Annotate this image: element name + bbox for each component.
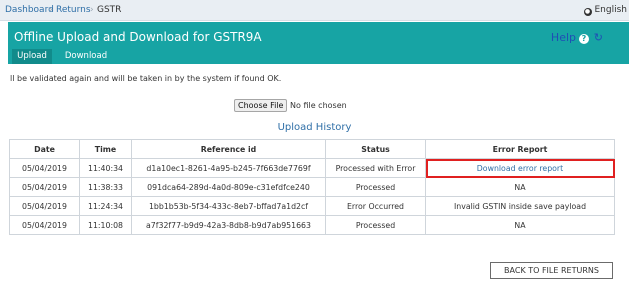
language-selector[interactable]: ● English xyxy=(583,5,628,16)
cell-reference-id: d1a10ec1-8261-4a95-b245-7f663de7769f xyxy=(131,158,326,178)
cell-reference-id: a7f32f77-b9d9-42a3-8db8-b9d7ab951663 xyxy=(131,215,326,235)
column-header-status: Status xyxy=(325,139,426,159)
cell-error-report: NA xyxy=(425,177,615,197)
refresh-icon[interactable]: ↻ xyxy=(594,31,603,44)
cell-status: Error Occurred xyxy=(325,196,426,216)
cell-reference-id: 1bb1b53b-5f34-433c-8eb7-bffad7a1d2cf xyxy=(131,196,326,216)
globe-icon: ● xyxy=(583,8,592,16)
cell-date: 05/04/2019 xyxy=(9,215,80,235)
help-label: Help xyxy=(550,31,576,44)
cell-status: Processed xyxy=(325,215,426,235)
table-row: 05/04/2019 11:10:08 a7f32f77-b9d9-42a3-8… xyxy=(9,215,615,235)
column-header-error-report: Error Report xyxy=(425,139,615,159)
breadcrumb-separator: › xyxy=(90,5,94,15)
breadcrumb-separator: › xyxy=(49,5,53,15)
help-link[interactable]: Help? xyxy=(551,31,589,44)
info-text: ll be validated again and will be taken … xyxy=(10,74,282,83)
breadcrumb-dashboard[interactable]: Dashboard xyxy=(5,5,54,15)
cell-error-report: Invalid GSTIN inside save payload xyxy=(425,196,615,216)
question-icon: ? xyxy=(579,34,589,44)
cell-date: 05/04/2019 xyxy=(9,177,80,197)
cell-date: 05/04/2019 xyxy=(9,158,80,178)
back-to-file-returns-button[interactable]: BACK TO FILE RETURNS xyxy=(490,262,613,279)
language-label: English xyxy=(594,5,628,15)
column-header-time: Time xyxy=(79,139,132,159)
file-status: No file chosen xyxy=(290,101,347,110)
table-row: 05/04/2019 11:24:34 1bb1b53b-5f34-433c-8… xyxy=(9,196,615,216)
choose-file-button[interactable]: Choose File xyxy=(234,99,288,112)
page-title: Offline Upload and Download for GSTR9A xyxy=(14,30,262,44)
cell-status: Processed with Error xyxy=(325,158,426,178)
tab-upload[interactable]: Upload xyxy=(12,49,52,64)
cell-status: Processed xyxy=(325,177,426,197)
download-error-report-link[interactable]: Download error report xyxy=(477,164,563,173)
cell-reference-id: 091dca64-289d-4a0d-809e-c31efdfce240 xyxy=(131,177,326,197)
upload-history-table: Date Time Reference id Status Error Repo… xyxy=(9,139,615,235)
column-header-reference-id: Reference id xyxy=(131,139,326,159)
table-row: 05/04/2019 11:40:34 d1a10ec1-8261-4a95-b… xyxy=(9,158,615,178)
file-chooser: Choose File No file chosen xyxy=(234,99,347,112)
table-row: 05/04/2019 11:38:33 091dca64-289d-4a0d-8… xyxy=(9,177,615,197)
page-header: Offline Upload and Download for GSTR9A H… xyxy=(8,22,629,64)
column-header-date: Date xyxy=(9,139,80,159)
cell-time: 11:24:34 xyxy=(79,196,132,216)
cell-error-report: Download error report xyxy=(425,158,615,178)
table-header-row: Date Time Reference id Status Error Repo… xyxy=(9,139,615,159)
breadcrumb-returns[interactable]: Returns xyxy=(56,5,91,15)
tab-download[interactable]: Download xyxy=(56,49,116,64)
cell-date: 05/04/2019 xyxy=(9,196,80,216)
cell-time: 11:38:33 xyxy=(79,177,132,197)
cell-error-report: NA xyxy=(425,215,615,235)
breadcrumb: Dashboard › Returns › GSTR ● English xyxy=(0,0,629,21)
breadcrumb-gstr: GSTR xyxy=(97,5,122,15)
cell-time: 11:40:34 xyxy=(79,158,132,178)
upload-history-title: Upload History xyxy=(277,122,352,133)
cell-time: 11:10:08 xyxy=(79,215,132,235)
